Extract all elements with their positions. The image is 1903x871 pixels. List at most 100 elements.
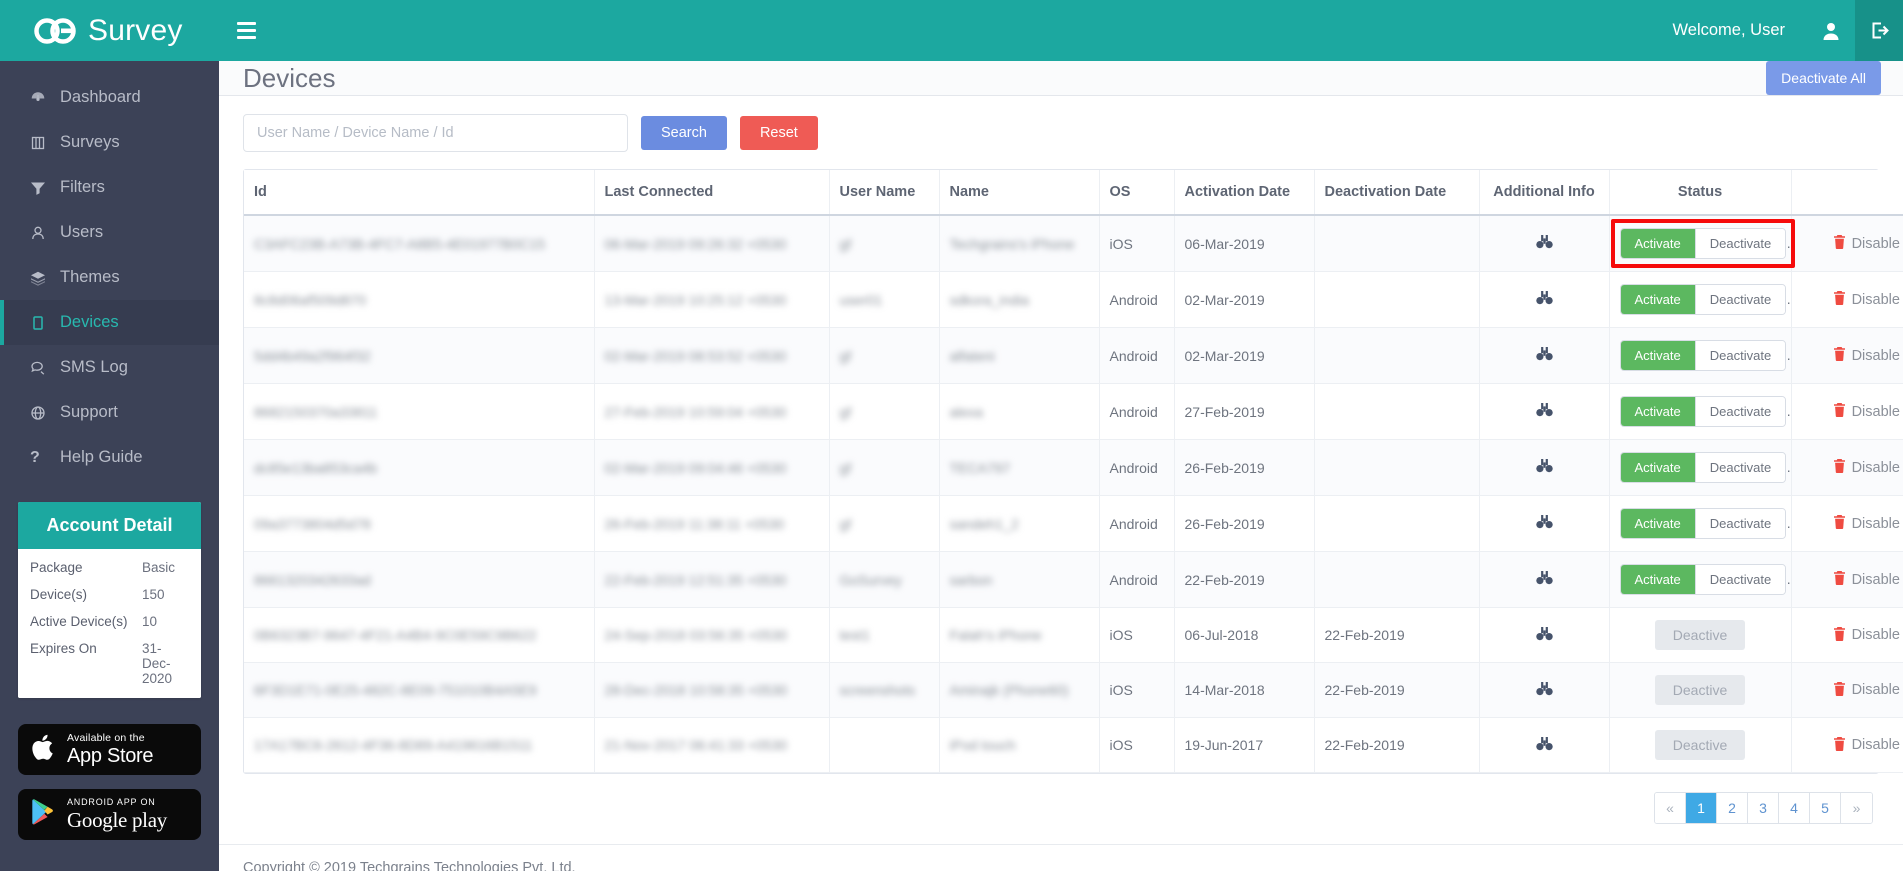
deactivate-button[interactable]: Deactivate [1694, 285, 1786, 314]
disable-button[interactable]: Disable [1833, 347, 1900, 364]
disable-button[interactable]: Disable [1833, 235, 1900, 252]
pagination-row: «1 2 3 4 5» [243, 774, 1879, 844]
sidebar-item-help-guide[interactable]: ? Help Guide [0, 435, 219, 480]
disable-button[interactable]: Disable [1833, 403, 1900, 420]
activate-button[interactable]: Activate [1620, 565, 1695, 594]
cell-id: 09a3773804d5d78 [244, 495, 595, 552]
cell-additional-info [1479, 717, 1610, 773]
account-key: Expires On [30, 641, 97, 656]
disable-label: Disable [1851, 459, 1900, 476]
disable-button[interactable]: Disable [1833, 291, 1900, 308]
column-header-activation-date[interactable]: Activation Date [1174, 170, 1315, 216]
activate-button[interactable]: Activate [1620, 285, 1695, 314]
sidebar-item-themes[interactable]: Themes [0, 255, 219, 300]
column-header-last-connected[interactable]: Last Connected [594, 170, 830, 216]
deactivate-button[interactable]: Deactivate [1694, 229, 1786, 258]
binoculars-icon[interactable] [1535, 235, 1553, 253]
disable-button[interactable]: Disable [1833, 459, 1900, 476]
redacted-value: Falah's iPhone [949, 627, 1042, 643]
column-header-id[interactable]: Id [244, 170, 595, 216]
binoculars-icon[interactable] [1535, 459, 1553, 477]
column-header-deactivation-date[interactable]: Deactivation Date [1314, 170, 1480, 216]
binoculars-icon[interactable] [1535, 571, 1553, 589]
column-header-additional-info[interactable]: Additional Info [1479, 170, 1610, 216]
redacted-value: 6F3D1E71-0E25-482C-8E09-751010B4A5E9 [254, 682, 537, 698]
binoculars-icon[interactable] [1535, 347, 1553, 365]
disable-button[interactable]: Disable [1833, 571, 1900, 588]
activate-button[interactable]: Activate [1620, 397, 1695, 426]
cell-status: Deactive [1609, 717, 1792, 773]
logout-icon[interactable] [1855, 0, 1903, 61]
sidebar-item-surveys[interactable]: Surveys [0, 120, 219, 165]
reset-button[interactable]: Reset [739, 116, 818, 150]
sidebar-item-users[interactable]: Users [0, 210, 219, 255]
cell-additional-info [1479, 662, 1610, 718]
deactivate-button[interactable]: Deactivate [1694, 565, 1786, 594]
activate-button[interactable]: Activate [1620, 341, 1695, 370]
cell-last-connected: 02-Mar-2019 08:53:52 +0530 [594, 327, 830, 384]
search-button[interactable]: Search [641, 116, 727, 150]
sidebar-item-label: SMS Log [60, 358, 128, 376]
account-row-active-devices: Active Device(s) 10 [18, 608, 201, 635]
disable-button[interactable]: Disable [1833, 681, 1900, 699]
redacted-value: 06-Mar-2019 09:26:32 +0530 [604, 235, 787, 252]
redacted-value: 24-Sep-2018 03:56:35 +0530 [604, 627, 788, 643]
pagination-page-4[interactable]: 4 [1779, 793, 1810, 823]
account-key: Package [30, 560, 83, 575]
sidebar-item-dashboard[interactable]: Dashboard [0, 75, 219, 120]
binoculars-icon[interactable] [1535, 681, 1553, 700]
disable-button[interactable]: Disable [1833, 626, 1900, 644]
sidebar-nav: Dashboard Surveys Filters Users Themes D… [0, 61, 219, 480]
cell-actions: Disable [1791, 383, 1903, 440]
deactivate-button[interactable]: Deactivate [1694, 509, 1786, 538]
binoculars-icon[interactable] [1535, 403, 1553, 421]
deactive-badge: Deactive [1654, 730, 1746, 760]
deactivate-button[interactable]: Deactivate [1694, 453, 1786, 482]
cell-deactivation-date [1314, 495, 1480, 552]
pagination-page-3[interactable]: 3 [1748, 793, 1779, 823]
redacted-value: 5dd4b49a2f964f32 [254, 347, 371, 364]
sidebar-item-filters[interactable]: Filters [0, 165, 219, 210]
column-header-os[interactable]: OS [1099, 170, 1175, 216]
binoculars-icon[interactable] [1535, 515, 1553, 533]
pagination-page-2[interactable]: 2 [1717, 793, 1748, 823]
redacted-value: TECA797 [949, 459, 1011, 476]
cell-name: iPod touch [939, 717, 1100, 773]
google-play-badge[interactable]: ANDROID APP ON Google play [18, 789, 201, 840]
disable-button[interactable]: Disable [1833, 515, 1900, 532]
disable-button[interactable]: Disable [1833, 736, 1900, 754]
table-row: dc85e13ba853ca4b 02-Mar-2019 09:04:46 +05… [244, 439, 1903, 496]
binoculars-icon[interactable] [1535, 736, 1553, 755]
user-icon[interactable] [1807, 0, 1855, 61]
pagination-prev[interactable]: « [1655, 793, 1686, 823]
binoculars-icon[interactable] [1535, 626, 1553, 645]
hamburger-menu-icon[interactable] [237, 18, 263, 44]
column-header-name[interactable]: Name [939, 170, 1100, 216]
cell-deactivation-date [1314, 215, 1480, 272]
pagination-next[interactable]: » [1841, 793, 1872, 823]
pagination-page-1[interactable]: 1 [1686, 793, 1717, 823]
content-area: Search Reset Id Last Connected User Name… [219, 96, 1903, 844]
activate-button[interactable]: Activate [1620, 509, 1695, 538]
cell-id: 8c8d06af509d870 [244, 271, 595, 328]
binoculars-icon[interactable] [1535, 291, 1553, 309]
deactivate-all-button[interactable]: Deactivate All [1766, 61, 1881, 95]
sidebar-item-sms-log[interactable]: SMS Log [0, 345, 219, 390]
app-store-badge[interactable]: Available on the App Store [18, 724, 201, 775]
search-input[interactable] [243, 114, 628, 152]
cell-additional-info [1479, 327, 1610, 384]
sidebar-item-devices[interactable]: Devices [0, 300, 219, 345]
pagination-page-5[interactable]: 5 [1810, 793, 1841, 823]
column-header-status[interactable]: Status [1609, 170, 1792, 216]
activate-button[interactable]: Activate [1620, 453, 1695, 482]
activate-button[interactable]: Activate [1620, 229, 1695, 258]
cell-status: Activate Deactivate [1609, 495, 1792, 552]
table-row: 6F3D1E71-0E25-482C-8E09-751010B4A5E9 28-D… [244, 662, 1903, 718]
brand-logo[interactable]: Survey [0, 0, 219, 61]
sidebar-item-support[interactable]: Support [0, 390, 219, 435]
deactivate-button[interactable]: Deactivate [1694, 397, 1786, 426]
deactivate-button[interactable]: Deactivate [1694, 341, 1786, 370]
disable-label: Disable [1851, 347, 1900, 364]
cell-status: Activate Deactivate [1609, 327, 1792, 384]
column-header-user-name[interactable]: User Name [829, 170, 940, 216]
